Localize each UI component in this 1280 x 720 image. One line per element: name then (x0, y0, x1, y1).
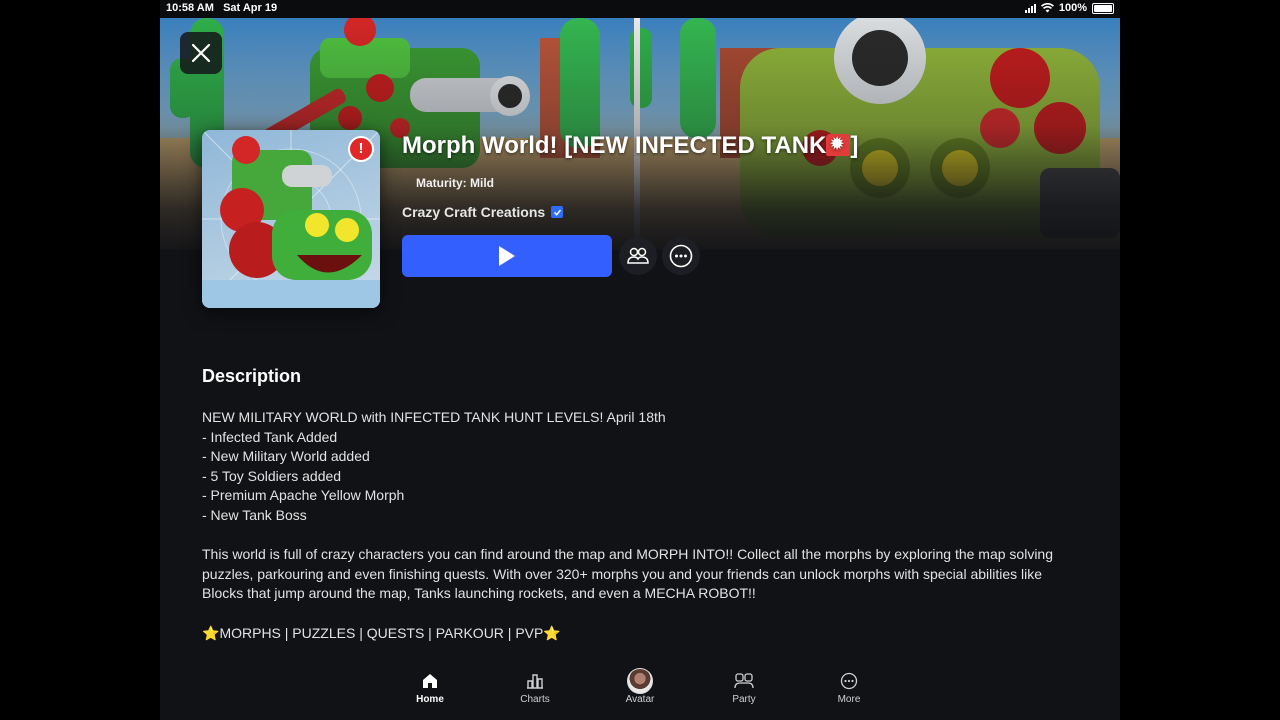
nav-party-label: Party (732, 694, 756, 705)
description-line: - Infected Tank Added (202, 428, 338, 445)
home-icon (423, 674, 437, 688)
description-line: NEW MILITARY WORLD with INFECTED TANK HU… (202, 409, 666, 425)
nav-more-label: More (837, 694, 861, 705)
nav-home[interactable]: Home (390, 668, 470, 705)
party-icon (734, 673, 754, 689)
description-line: - Premium Apache Yellow Morph (202, 487, 405, 504)
star-icon: ⭐ (202, 624, 220, 641)
status-indicators: 100% (1024, 2, 1114, 14)
signal-icon (1024, 3, 1036, 13)
game-details-page: ! Morph World! [NEW INFECTED TANK] Matur… (160, 18, 1120, 720)
battery-percent: 100% (1058, 2, 1087, 14)
description-tags: ⭐MORPHS | PUZZLES | QUESTS | PARKOUR | P… (202, 624, 561, 641)
verified-badge-icon (551, 206, 564, 218)
maturity-rating: Maturity: Mild (416, 176, 494, 190)
description-line: - 5 Toy Soldiers added (202, 467, 342, 484)
game-title: Morph World! [NEW INFECTED TANK] (402, 132, 858, 160)
nav-charts[interactable]: Charts (495, 668, 575, 705)
nav-home-label: Home (416, 694, 444, 705)
nav-avatar[interactable]: Avatar (600, 668, 680, 705)
nav-avatar-label: Avatar (625, 694, 655, 705)
avatar (627, 668, 653, 694)
nav-more[interactable]: More (809, 668, 889, 705)
play-icon (499, 246, 515, 266)
close-button[interactable] (180, 32, 222, 74)
close-icon (191, 43, 211, 63)
friends-icon (627, 247, 649, 264)
star-icon: ⭐ (543, 624, 561, 641)
description-paragraph: This world is full of crazy characters y… (202, 546, 1054, 602)
more-options-icon (669, 244, 693, 268)
game-thumbnail: ! (202, 130, 380, 308)
play-button[interactable] (402, 235, 612, 277)
battery-icon (1092, 2, 1114, 14)
creator-name: Crazy Craft Creations (402, 204, 546, 220)
description-text: NEW MILITARY WORLD with INFECTED TANK HU… (202, 408, 1082, 643)
play-with-friends-button[interactable] (619, 237, 657, 275)
description-line: - New Tank Boss (202, 506, 307, 523)
siren-icon (826, 134, 851, 156)
creator-link[interactable]: Crazy Craft Creations (402, 204, 564, 220)
status-time: 10:58 AM Sat Apr 19 (166, 2, 278, 14)
alert-badge: ! (348, 136, 374, 162)
wifi-icon (1040, 3, 1054, 13)
more-icon (840, 672, 858, 690)
status-bar: 10:58 AM Sat Apr 19 100% (160, 0, 1120, 18)
nav-party[interactable]: Party (704, 668, 784, 705)
more-options-button[interactable] (662, 237, 700, 275)
charts-icon (527, 674, 543, 689)
description-line: - New Military World added (202, 448, 370, 465)
bottom-navigation: Home Charts Avatar Party More (160, 660, 1120, 720)
nav-charts-label: Charts (520, 694, 550, 705)
description-heading: Description (202, 366, 302, 386)
